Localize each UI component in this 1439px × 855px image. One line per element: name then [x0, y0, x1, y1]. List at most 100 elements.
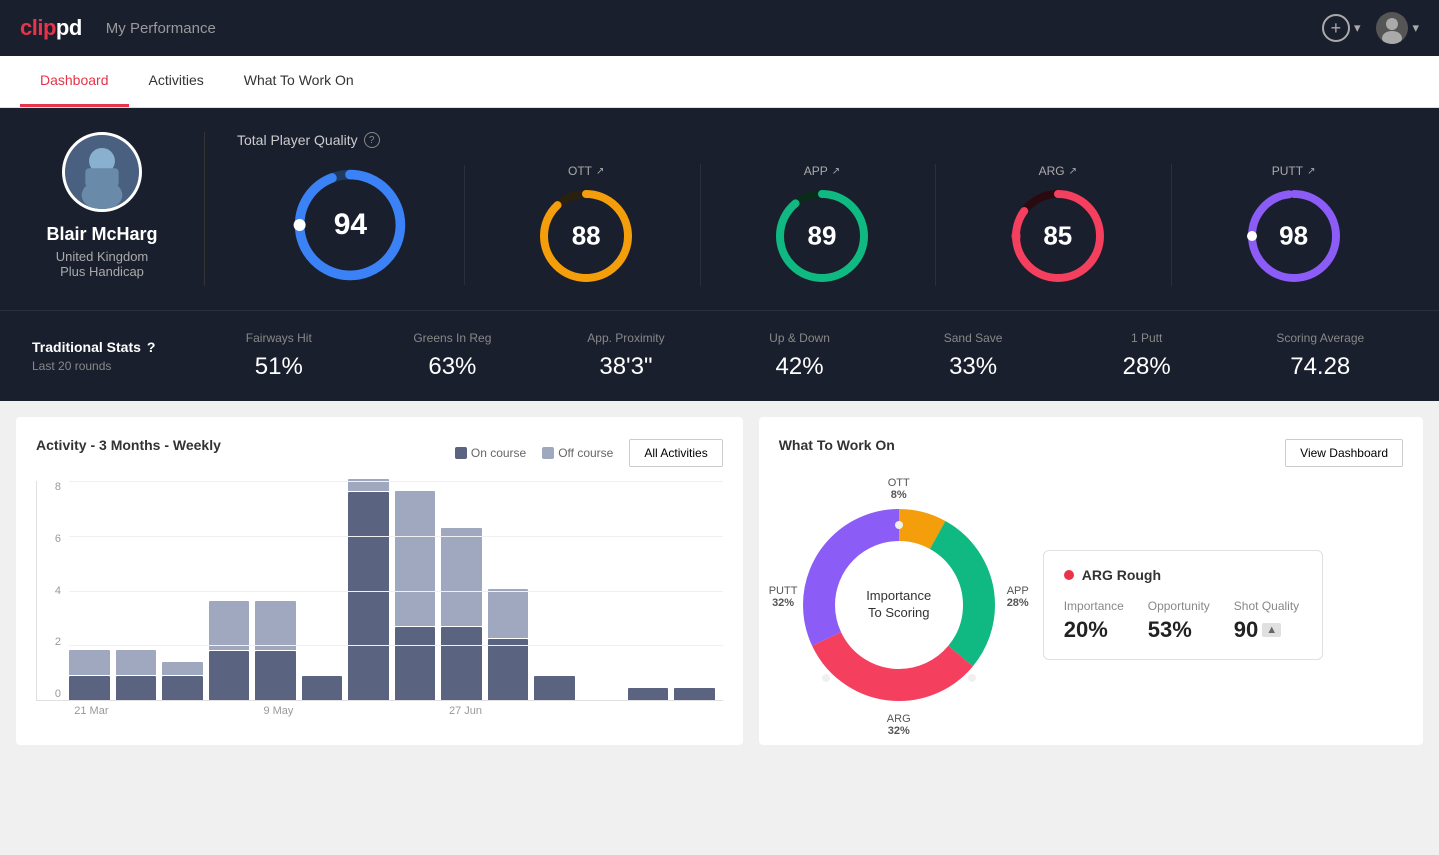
arg-rough-metrics: Importance 20% Opportunity 53% Shot Qual… [1064, 599, 1302, 643]
opportunity-metric: Opportunity 53% [1148, 599, 1210, 643]
banner-inner: Blair McHarg United Kingdom Plus Handica… [32, 132, 1407, 286]
arg-donut-label: ARG 32% [887, 713, 911, 737]
y-label-8: 8 [37, 481, 61, 493]
header-actions: + ▾ ▾ [1322, 12, 1419, 44]
x-label-blank3 [208, 705, 255, 717]
tpq-metric: 94 [237, 165, 465, 285]
bar-group-10 [534, 676, 575, 700]
logo-area: clippd My Performance [20, 15, 216, 41]
add-button[interactable]: + ▾ [1322, 14, 1361, 42]
app-proximity-stat: App. Proximity 38'3" [539, 331, 713, 381]
arg-value: 85 [1043, 221, 1072, 252]
bar-group-13 [674, 688, 715, 700]
donut-chart: Importance To Scoring OTT 8% APP 28% ARG… [779, 485, 1019, 725]
tab-activities[interactable]: Activities [129, 56, 224, 107]
bar-group-3 [209, 601, 250, 700]
off-course-bar-2 [162, 662, 203, 674]
greens-in-reg-value: 63% [366, 353, 540, 381]
app-proximity-label: App. Proximity [539, 331, 713, 345]
app-donut-label: APP 28% [1007, 585, 1029, 609]
x-label-blank11 [676, 705, 723, 717]
greens-in-reg-stat: Greens In Reg 63% [366, 331, 540, 381]
arg-metric: ARG ↗ 85 [944, 164, 1172, 286]
sand-save-value: 33% [886, 353, 1060, 381]
on-course-bar-7 [395, 627, 436, 700]
chart-header: Activity - 3 Months - Weekly On course O… [36, 437, 723, 469]
all-activities-button[interactable]: All Activities [629, 439, 722, 467]
avatar [1376, 12, 1408, 44]
wtwo-title: What To Work On [779, 437, 895, 453]
ott-circle: 88 [536, 186, 636, 286]
y-label-6: 6 [37, 533, 61, 545]
player-banner: Blair McHarg United Kingdom Plus Handica… [0, 108, 1439, 310]
legend-on-course: On course [455, 446, 526, 460]
grid-line-4 [69, 591, 723, 592]
scoring-avg-value: 74.28 [1233, 353, 1407, 381]
fairways-hit-stat: Fairways Hit 51% [192, 331, 366, 381]
donut-center: Importance To Scoring [866, 588, 931, 622]
app-label: APP ↗ [804, 164, 840, 178]
x-label-blank6 [395, 705, 442, 717]
off-course-bar-3 [209, 601, 250, 650]
off-course-bar-0 [69, 650, 110, 674]
on-course-bar-9 [488, 639, 529, 700]
on-course-bar-12 [628, 688, 669, 700]
bar-group-2 [162, 662, 203, 700]
shot-quality-label: Shot Quality [1234, 599, 1299, 613]
metrics-title: Total Player Quality ? [237, 132, 1407, 148]
y-label-4: 4 [37, 585, 61, 597]
grid-line-2 [69, 645, 723, 646]
view-dashboard-button[interactable]: View Dashboard [1285, 439, 1403, 467]
shot-quality-metric: Shot Quality 90 ▲ [1234, 599, 1299, 643]
arrow-icon: ↗ [596, 166, 604, 177]
info-icon: ? [364, 132, 380, 148]
off-course-bar-1 [116, 650, 157, 674]
ott-label: OTT ↗ [568, 164, 604, 178]
tab-what-to-work-on[interactable]: What To Work On [224, 56, 374, 107]
ott-value: 88 [572, 221, 601, 252]
arg-rough-dot [1064, 570, 1074, 580]
tpq-value: 94 [334, 208, 367, 242]
putt-donut-label: PUTT 32% [769, 585, 798, 609]
bottom-row: Activity - 3 Months - Weekly On course O… [0, 401, 1439, 761]
trad-label-area: Traditional Stats ? Last 20 rounds [32, 339, 192, 373]
x-label-21mar: 21 Mar [68, 705, 115, 717]
junction-dot-1 [895, 521, 903, 529]
x-labels: 21 Mar 9 May 27 Jun [36, 705, 723, 717]
ott-metric: OTT ↗ 88 [473, 164, 701, 286]
tab-dashboard[interactable]: Dashboard [20, 56, 129, 107]
chart-area: 8 6 4 2 0 [36, 481, 723, 701]
greens-in-reg-label: Greens In Reg [366, 331, 540, 345]
sand-save-label: Sand Save [886, 331, 1060, 345]
chevron-down-icon: ▾ [1354, 20, 1361, 36]
on-course-dot [455, 447, 467, 459]
bar-group-1 [116, 650, 157, 700]
app-circle: 89 [772, 186, 872, 286]
activity-chart-panel: Activity - 3 Months - Weekly On course O… [16, 417, 743, 745]
off-course-bar-7 [395, 491, 436, 625]
metrics-section: Total Player Quality ? 94 [204, 132, 1407, 286]
chevron-down-icon: ▾ [1412, 20, 1419, 36]
off-course-bar-4 [255, 601, 296, 650]
putt-metric: PUTT ↗ 98 [1180, 164, 1407, 286]
player-name: Blair McHarg [46, 224, 157, 245]
importance-value: 20% [1064, 617, 1124, 643]
putt-value: 98 [1279, 221, 1308, 252]
chart-wrapper: 8 6 4 2 0 21 Mar 9 May [36, 481, 723, 717]
profile-button[interactable]: ▾ [1376, 12, 1419, 44]
chart-legend: On course Off course [455, 446, 614, 460]
shot-quality-value: 90 ▲ [1234, 617, 1299, 643]
x-label-27jun: 27 Jun [442, 705, 489, 717]
grid-line-6 [69, 536, 723, 537]
grid-line-8 [69, 481, 723, 482]
importance-label: Importance [1064, 599, 1124, 613]
off-course-bar-9 [488, 589, 529, 638]
on-course-bar-4 [255, 651, 296, 700]
on-course-bar-10 [534, 676, 575, 700]
fairways-hit-label: Fairways Hit [192, 331, 366, 345]
one-putt-value: 28% [1060, 353, 1234, 381]
up-down-stat: Up & Down 42% [713, 331, 887, 381]
page-title: My Performance [106, 20, 216, 37]
on-course-bar-2 [162, 676, 203, 700]
arg-circle: 85 [1008, 186, 1108, 286]
